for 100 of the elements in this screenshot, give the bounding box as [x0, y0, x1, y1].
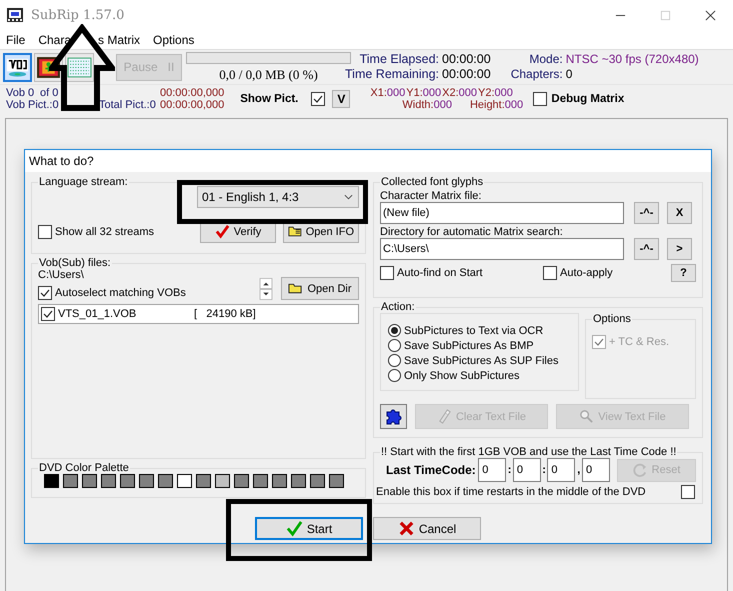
timecode-field[interactable]: 0 [512, 458, 541, 482]
directory-field[interactable]: C:\Users\ [380, 238, 624, 260]
puzzle-button[interactable] [380, 404, 407, 429]
menu-item[interactable]: File [6, 32, 26, 46]
dvd-button[interactable] [3, 52, 32, 82]
checkbox-label: Auto-find on Start [397, 267, 484, 279]
pencil-icon [436, 409, 452, 424]
color-swatch[interactable] [196, 474, 211, 488]
small-button[interactable]: -^- [634, 238, 659, 260]
checkbox-label: Show all 32 streams [55, 226, 154, 238]
radio-button[interactable] [388, 324, 401, 337]
folder-path: C:\Users\ [38, 269, 85, 281]
radio-button[interactable] [388, 354, 401, 367]
chevron-icon [344, 194, 353, 200]
check-icon [214, 224, 230, 239]
color-swatch[interactable] [234, 474, 249, 488]
timecode-field[interactable]: 0 [478, 458, 506, 482]
v-button[interactable]: V [332, 90, 350, 108]
timestamp: 00:00:00,000 [160, 98, 224, 110]
dialog-title: What to do? [25, 150, 711, 172]
checkbox[interactable] [311, 92, 326, 106]
refresh-icon [632, 462, 648, 478]
timestamp: 00:00:00,000 [160, 86, 224, 98]
progress-reading: 0,0 / 0,0 MB (0 %) [219, 66, 318, 82]
radio-label: Save SubPictures As SUP Files [404, 354, 558, 366]
spin-down-button[interactable] [259, 289, 273, 300]
radio-button[interactable] [388, 339, 401, 352]
cross-icon [398, 520, 415, 537]
field-label: Directory for automatic Matrix search: [380, 226, 564, 238]
color-swatch[interactable] [177, 474, 192, 488]
color-swatch[interactable] [63, 474, 78, 488]
timecode-field[interactable]: 0 [547, 458, 576, 482]
small-button[interactable]: X [667, 202, 692, 224]
small-button[interactable]: -^- [634, 202, 659, 224]
menu-item[interactable]: Options [153, 32, 194, 46]
small-button[interactable]: > [667, 238, 692, 260]
color-swatch[interactable] [101, 474, 116, 488]
checkbox-label: + TC & Res. [609, 336, 670, 348]
start-button[interactable]: Start [255, 517, 363, 540]
chapters-label: Chapters: [510, 67, 563, 82]
group-title: Action: [380, 301, 416, 313]
folder-icon [288, 224, 302, 239]
radio-label: Only Show SubPictures [404, 370, 520, 382]
total-pict-counter: Total Pict.:0 [99, 98, 156, 110]
menu-item-text[interactable]: s Matrix [98, 32, 140, 46]
file-size: [ 24190 kB] [194, 308, 256, 320]
color-swatch[interactable] [272, 474, 287, 488]
chapters-value: 0 [566, 67, 574, 82]
time-value: 00:00:00 [442, 67, 491, 82]
coordinate-readout: Y2:000 [478, 86, 513, 98]
radio-label: SubPictures to Text via OCR [404, 324, 544, 336]
group-title: DVD Color Palette [38, 462, 130, 474]
close-icon[interactable] [705, 10, 716, 20]
time-label: Time Remaining: [345, 67, 440, 82]
matrix-file-field[interactable]: (New file) [380, 202, 624, 224]
checkbox-label: Debug Matrix [551, 92, 624, 104]
matrix-button[interactable] [65, 52, 94, 82]
coordinate-readout: X1:000 [370, 86, 406, 98]
help-button[interactable]: ? [671, 264, 696, 282]
file-name[interactable]: VTS_01_1.VOB [58, 308, 194, 320]
checkbox-label: Auto-apply [560, 267, 613, 279]
open-dir-button[interactable]: Open Dir [281, 277, 359, 300]
window-title: SubRip 1.57.0 [31, 8, 124, 22]
vob-total: of 0 [40, 86, 58, 98]
color-swatch[interactable] [215, 474, 230, 488]
checkbox[interactable] [380, 266, 394, 280]
separator: : [541, 464, 547, 476]
spin-up-button[interactable] [259, 278, 273, 289]
size-readout: Width:000 [402, 98, 452, 110]
cancel-button[interactable]: Cancel [373, 517, 481, 540]
color-swatch[interactable] [139, 474, 154, 488]
coordinate-readout: Y1:000 [406, 86, 442, 98]
folder-icon [288, 281, 304, 296]
group-title: Language stream: [38, 176, 129, 188]
color-swatch[interactable] [82, 474, 97, 488]
color-swatch[interactable] [253, 474, 268, 488]
checkbox[interactable] [38, 286, 52, 300]
coordinate-readout: X2:000 [442, 86, 478, 98]
color-swatch[interactable] [329, 474, 344, 488]
color-swatch[interactable] [291, 474, 306, 488]
color-swatch[interactable] [158, 474, 173, 488]
timecode-field[interactable]: 0 [582, 458, 610, 482]
checkbox[interactable] [681, 485, 695, 499]
separator: : [506, 464, 512, 476]
checkbox[interactable] [533, 92, 548, 106]
color-swatch[interactable] [44, 474, 59, 488]
vob-counter: Vob 0 [6, 86, 36, 98]
checkbox[interactable] [41, 307, 55, 321]
radio-label: Save SubPictures As BMP [404, 340, 534, 352]
color-swatch[interactable] [310, 474, 325, 488]
checkbox[interactable] [38, 224, 52, 238]
field-label: Character Matrix file: [380, 190, 482, 202]
app-icon [7, 7, 23, 23]
timecode-label: Last TimeCode: [385, 463, 477, 477]
color-swatch[interactable] [120, 474, 135, 488]
show-pict-label: Show Pict. [240, 92, 298, 104]
stream-dropdown[interactable]: 01 - English 1, 4:3 [197, 186, 359, 208]
group-title: Options [592, 313, 632, 325]
checkbox[interactable] [543, 266, 557, 280]
radio-button[interactable] [388, 369, 401, 382]
